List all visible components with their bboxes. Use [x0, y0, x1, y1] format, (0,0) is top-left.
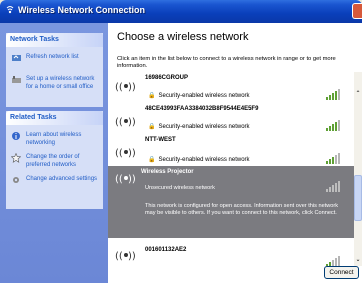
related-tasks-panel: Related Tasks Learn about wireless netwo… [6, 111, 103, 209]
security-label: Security-enabled wireless network [158, 92, 250, 99]
security-status: 🔒 Security-enabled wireless network [148, 123, 250, 131]
task-label: Learn about wireless networking [26, 132, 82, 146]
security-label: Security-enabled wireless network [158, 123, 250, 130]
title-bar[interactable]: Wireless Network Connection [0, 0, 362, 23]
svg-text:((: (( [115, 251, 123, 262]
network-list-scrollbar[interactable]: ⌃ ⌄ [354, 72, 362, 266]
setup-network-icon [12, 76, 21, 83]
svg-text:((: (( [115, 174, 123, 185]
signal-strength-bars [326, 120, 340, 131]
task-label: Change the order of preferred networks [26, 154, 80, 168]
settings-icon [13, 177, 19, 183]
network-details: This network is configured for open acce… [145, 203, 339, 216]
network-name: Wireless Projector [141, 169, 194, 175]
network-item[interactable]: (( )) NTT-WEST 🔒 Security-enabled wirele… [108, 134, 354, 165]
change-network-order-task[interactable]: Change the order of preferred networks [6, 153, 103, 169]
network-item[interactable]: (( )) 48CE43993FAA3384032B8F9544E4E5F9 🔒… [108, 103, 354, 134]
network-item[interactable]: (( )) 001601132AE2 [108, 238, 354, 266]
signal-strength-bars [326, 153, 340, 164]
network-name: NTT-WEST [145, 137, 176, 143]
signal-strength-bars [326, 89, 340, 100]
signal-strength-bars [326, 256, 340, 266]
wireless-signal-icon: (( )) [115, 251, 136, 262]
network-name: 001601132AE2 [145, 247, 187, 253]
related-tasks-heading[interactable]: Related Tasks [6, 111, 103, 125]
svg-text:)): )) [128, 148, 136, 159]
wireless-network-icon [6, 6, 14, 14]
wireless-signal-icon: (( )) [115, 117, 136, 128]
svg-text:((: (( [115, 82, 123, 93]
close-button[interactable] [352, 3, 362, 19]
page-title: Choose a wireless network [117, 31, 249, 43]
svg-text:)): )) [128, 117, 136, 128]
main-pane: Choose a wireless network Click an item … [108, 23, 362, 283]
network-name: 48CE43993FAA3384032B8F9544E4E5F9 [145, 106, 259, 112]
network-tasks-panel: Network Tasks Refresh network list Set u… [6, 33, 103, 107]
lock-icon: 🔒 [148, 93, 156, 99]
svg-text:)): )) [128, 251, 136, 262]
network-name: 16986CGROUP [145, 75, 189, 81]
security-label: Security-enabled wireless network [158, 156, 250, 163]
security-status: 🔒 Security-enabled wireless network [148, 156, 250, 164]
scroll-thumb[interactable] [354, 175, 362, 221]
task-label: Refresh network list [26, 54, 79, 60]
wireless-signal-icon: (( )) [115, 174, 136, 185]
wireless-network-connection-window: Wireless Network Connection Network Task… [0, 0, 362, 283]
page-description: Click an item in the list below to conne… [117, 56, 336, 69]
security-status: 🔒 Security-enabled wireless network [148, 92, 250, 100]
lock-icon: 🔒 [148, 157, 156, 163]
signal-strength-bars [326, 181, 340, 192]
network-item[interactable]: (( )) 16986CGROUP 🔒 Security-enabled wir… [108, 72, 354, 103]
setup-wireless-network-task[interactable]: Set up a wireless network for a home or … [6, 75, 103, 91]
network-list[interactable]: (( )) 16986CGROUP 🔒 Security-enabled wir… [108, 72, 354, 266]
wireless-signal-icon: (( )) [115, 82, 136, 93]
info-icon [12, 132, 20, 140]
task-label: Change advanced settings [26, 176, 98, 182]
task-pane: Network Tasks Refresh network list Set u… [0, 23, 108, 283]
refresh-icon [12, 55, 21, 61]
change-advanced-settings-task[interactable]: Change advanced settings [6, 175, 103, 183]
network-tasks-heading[interactable]: Network Tasks [6, 33, 103, 47]
learn-wireless-task[interactable]: Learn about wireless networking [6, 131, 103, 147]
window-title: Wireless Network Connection [18, 5, 145, 15]
svg-text:)): )) [128, 82, 136, 93]
wireless-signal-icon: (( )) [115, 148, 136, 159]
connect-button[interactable]: Connect [324, 266, 359, 279]
security-label: Unsecured wireless network [145, 185, 215, 191]
network-item-selected[interactable]: (( )) Wireless Projector Unsecured wirel… [108, 166, 354, 238]
scroll-up-arrow-icon[interactable]: ⌃ [354, 90, 362, 98]
lock-icon: 🔒 [148, 124, 156, 130]
refresh-network-list-task[interactable]: Refresh network list [6, 53, 103, 65]
task-label: Set up a wireless network for a home or … [26, 76, 95, 90]
svg-text:)): )) [128, 174, 136, 185]
star-icon [11, 153, 21, 163]
scroll-down-arrow-icon[interactable]: ⌄ [354, 256, 362, 264]
svg-text:((: (( [115, 117, 123, 128]
svg-text:((: (( [115, 148, 123, 159]
